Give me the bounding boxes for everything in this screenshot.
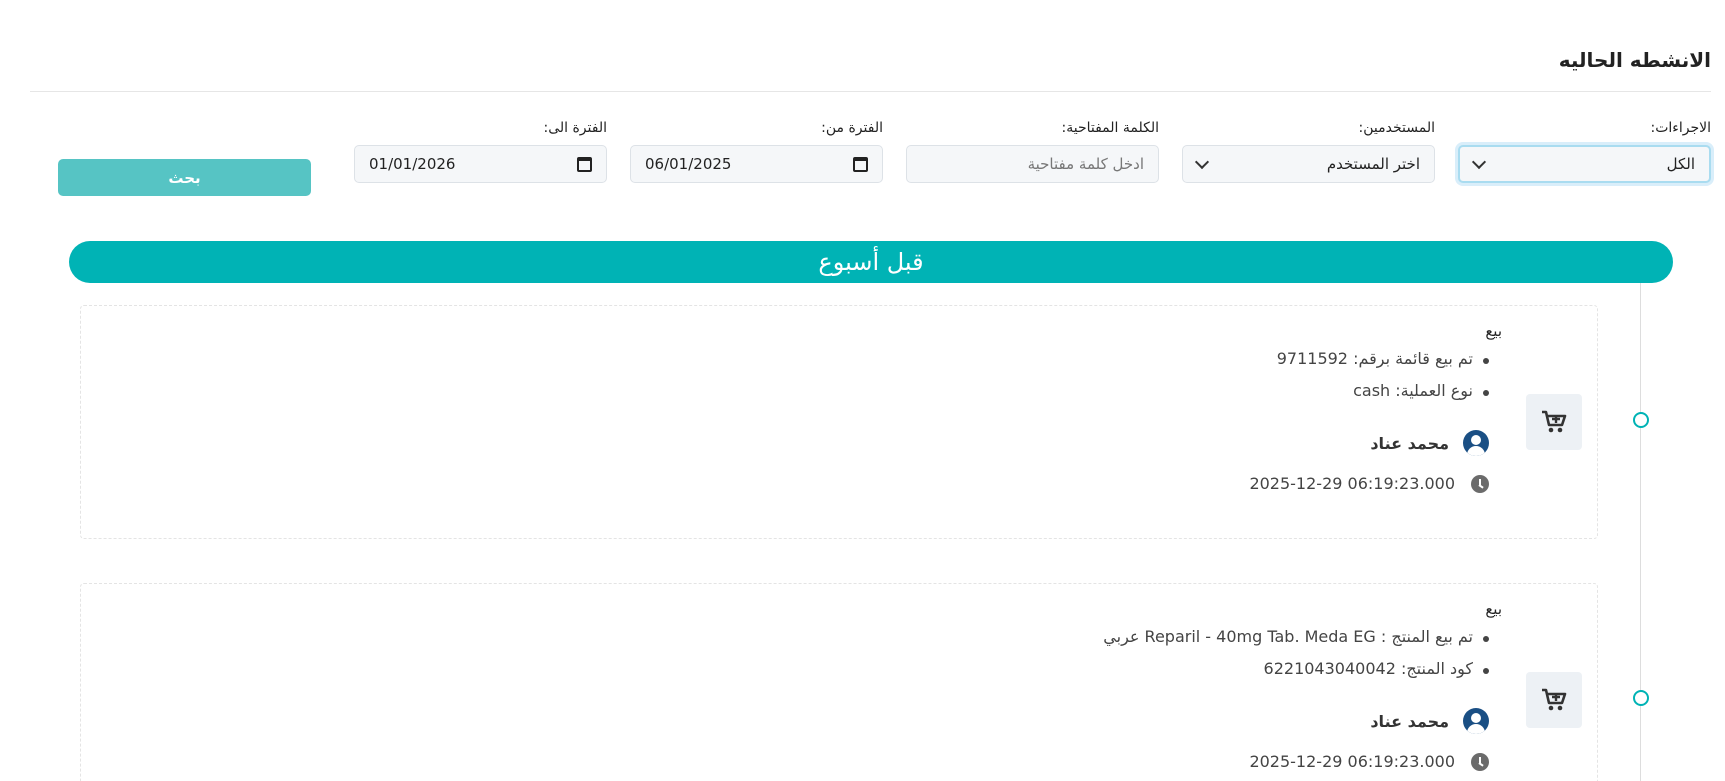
activity-time: 2025-12-29 06:19:23.000	[1249, 752, 1489, 771]
search-button[interactable]: بحث	[58, 159, 311, 196]
activity-icon-box	[1526, 394, 1582, 450]
date-to-value: 01/01/2026	[369, 155, 456, 173]
keyword-label: الكلمة المفتاحية:	[1061, 120, 1160, 136]
calendar-icon[interactable]	[853, 156, 868, 172]
actions-filter: الاجراءات: الكل	[1458, 120, 1711, 183]
activity-icon-box	[1526, 672, 1582, 728]
cart-plus-icon	[1542, 688, 1567, 711]
activity-type: بيع	[1485, 322, 1502, 340]
clock-icon	[1471, 752, 1489, 771]
date-from-value: 06/01/2025	[645, 155, 732, 173]
activity-user: محمد عناد	[1370, 708, 1489, 734]
header-divider	[30, 91, 1711, 92]
activity-card: بيع تم بيع قائمة برقم: 9711592 نوع العمل…	[80, 305, 1598, 539]
users-filter: المستخدمين: اختر المستخدم	[1182, 120, 1435, 183]
date-from-label: الفترة من:	[821, 120, 883, 136]
chevron-down-icon	[1471, 154, 1487, 169]
date-from-input[interactable]: 06/01/2025	[630, 145, 883, 183]
activity-user: محمد عناد	[1370, 430, 1489, 456]
timeline-dot	[1633, 412, 1649, 428]
keyword-filter: الكلمة المفتاحية: ادخل كلمة مفتاحية	[906, 120, 1159, 183]
users-select[interactable]: اختر المستخدم	[1182, 145, 1435, 183]
activity-time: 2025-12-29 06:19:23.000	[1249, 474, 1489, 493]
date-from-filter: الفترة من: 06/01/2025	[630, 120, 883, 183]
timeline-dot	[1633, 690, 1649, 706]
activity-detail: كود المنتج: 6221043040042	[1263, 659, 1473, 678]
timeline-line	[1640, 283, 1641, 781]
bullet	[1483, 390, 1489, 396]
users-label: المستخدمين:	[1358, 120, 1435, 136]
timestamp: 2025-12-29 06:19:23.000	[1249, 474, 1455, 493]
activity-card: بيع تم بيع المنتج : Reparil - 40mg Tab. …	[80, 583, 1598, 781]
actions-label: الاجراءات:	[1650, 120, 1711, 136]
bullet	[1483, 636, 1489, 642]
period-banner: قبل أسبوع	[69, 241, 1673, 283]
bullet	[1483, 668, 1489, 674]
clock-icon	[1471, 474, 1489, 493]
actions-select[interactable]: الكل	[1458, 145, 1711, 183]
actions-select-value: الكل	[1666, 155, 1695, 173]
user-avatar-icon	[1463, 430, 1489, 456]
keyword-placeholder: ادخل كلمة مفتاحية	[1027, 155, 1144, 173]
user-name: محمد عناد	[1370, 711, 1449, 731]
user-name: محمد عناد	[1370, 433, 1449, 453]
activity-detail: نوع العملية: cash	[1353, 381, 1473, 400]
chevron-down-icon	[1194, 154, 1210, 169]
date-to-label: الفترة الى:	[543, 120, 607, 136]
keyword-input[interactable]: ادخل كلمة مفتاحية	[906, 145, 1159, 183]
date-to-filter: الفترة الى: 01/01/2026	[354, 120, 607, 183]
users-select-value: اختر المستخدم	[1326, 155, 1420, 173]
page-title: الانشطه الحاليه	[1558, 48, 1711, 72]
calendar-icon[interactable]	[577, 156, 592, 172]
bullet	[1483, 358, 1489, 364]
user-avatar-icon	[1463, 708, 1489, 734]
activity-detail: تم بيع المنتج : Reparil - 40mg Tab. Meda…	[1103, 627, 1473, 646]
activity-detail: تم بيع قائمة برقم: 9711592	[1276, 349, 1473, 368]
activity-type: بيع	[1485, 600, 1502, 618]
timestamp: 2025-12-29 06:19:23.000	[1249, 752, 1455, 771]
date-to-input[interactable]: 01/01/2026	[354, 145, 607, 183]
cart-plus-icon	[1542, 410, 1567, 433]
